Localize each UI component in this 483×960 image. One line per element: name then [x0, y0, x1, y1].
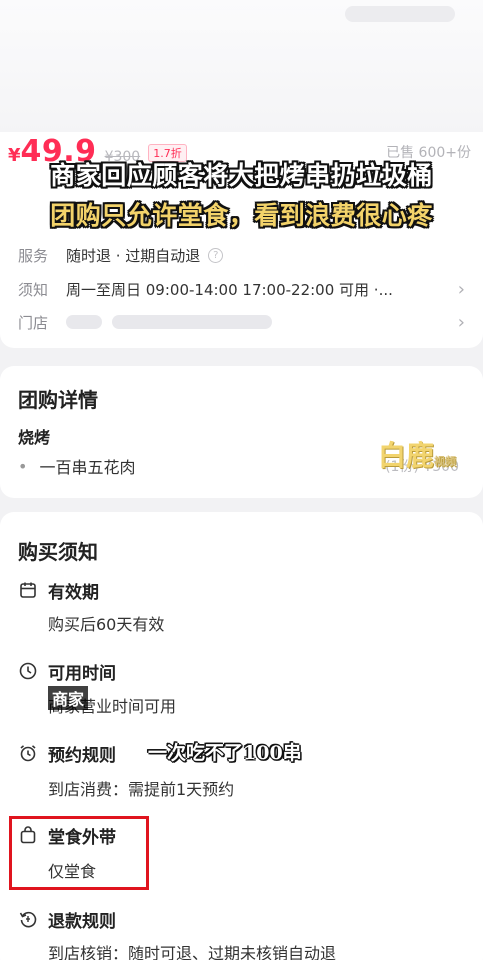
refund-rule-title: 退款规则 [48, 912, 116, 932]
detail-category: 烧烤 [18, 428, 51, 447]
notice-value: 周一至周日 09:00-14:00 17:00-22:00 可用 ·... [66, 280, 393, 299]
video-caption-main: 一次吃不了100串 [148, 742, 302, 764]
detail-item-name: 一百串五花肉 [39, 458, 136, 477]
chevron-right-icon: › [457, 278, 465, 300]
refund-rule-desc: 到店核销：随时可退、过期未核销自动退 [48, 944, 337, 960]
service-value: 随时退 · 过期自动退 [66, 246, 201, 265]
watermark-logo: 白鹿视频 [378, 434, 456, 474]
alarm-clock-icon [20, 745, 36, 762]
refund-icon [19, 911, 37, 928]
blurred-store-address [112, 315, 272, 329]
notice-row[interactable]: 须知 周一至周日 09:00-14:00 17:00-22:00 可用 ·...… [18, 278, 465, 300]
available-time-title: 可用时间 [48, 664, 116, 684]
group-detail-title: 团购详情 [18, 388, 98, 412]
header-blurred-area [0, 0, 483, 140]
watermark-sub: 视频 [434, 455, 457, 468]
info-icon[interactable]: ? [208, 247, 224, 263]
blurred-store-name [66, 315, 102, 329]
purchase-notice-title: 购买须知 [18, 540, 98, 564]
video-subtitle-line2: 团购只允许堂食，看到浪费很心疼 [50, 201, 433, 230]
store-label: 门店 [18, 313, 49, 332]
bullet-icon: • [18, 456, 28, 476]
store-row[interactable]: 门店 › [18, 311, 465, 333]
calendar-icon [20, 582, 36, 598]
notice-label: 须知 [18, 280, 49, 299]
clock-icon [19, 662, 37, 680]
blurred-header-text [345, 6, 455, 22]
reservation-rule-title: 预约规则 [48, 746, 116, 766]
highlight-box [9, 816, 149, 890]
reservation-rule-desc: 到店消费：需提前1天预约 [48, 780, 235, 799]
validity-desc: 购买后60天有效 [48, 615, 165, 634]
video-caption-small: 商家 [48, 686, 89, 710]
service-label: 服务 [18, 246, 49, 265]
service-row[interactable]: 服务 随时退 · 过期自动退 ? [18, 244, 465, 266]
watermark-text: 白鹿 [378, 439, 435, 472]
video-subtitle-line1: 商家回应顾客将大把烤串扔垃圾桶 [50, 161, 433, 190]
validity-title: 有效期 [48, 583, 99, 603]
chevron-right-icon: › [457, 311, 465, 333]
